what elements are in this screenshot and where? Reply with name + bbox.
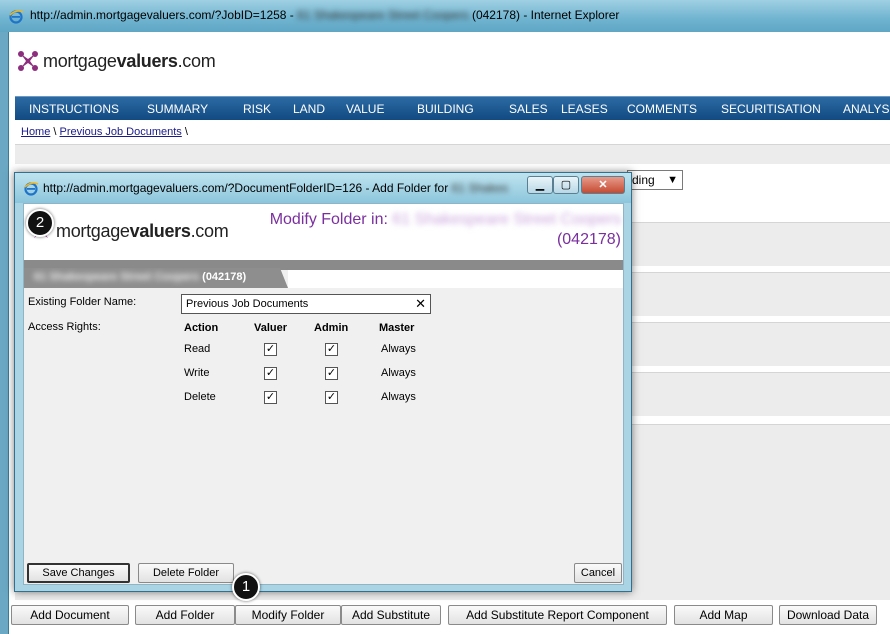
main-window-title: http://admin.mortgagevaluers.com/?JobID=… [30, 8, 620, 22]
popup-heading: Modify Folder in: 61 Shakespeare Street … [269, 211, 621, 248]
clear-x-icon[interactable]: ✕ [415, 296, 426, 312]
checkmark-icon: ✓ [326, 343, 337, 355]
checkmark-icon: ✓ [265, 391, 276, 403]
read-admin-checkbox[interactable]: ✓ [325, 343, 338, 356]
ie-icon [24, 182, 39, 196]
step-badge-2: 2 [26, 209, 54, 237]
checkmark-icon: ✓ [326, 367, 337, 379]
access-rights-label: Access Rights: [28, 321, 101, 333]
maximize-icon[interactable]: ▢ [553, 176, 579, 194]
breadcrumb-separator: \ [53, 126, 57, 138]
nav-risk[interactable]: RISK [243, 102, 271, 116]
download-data-button[interactable]: Download Data [779, 605, 877, 625]
folder-name-label: Existing Folder Name: [28, 296, 137, 308]
ie-icon [9, 10, 24, 24]
logo-text: mortgagevaluers.com [56, 220, 229, 241]
add-document-button[interactable]: Add Document [11, 605, 129, 625]
row-write-master: Always [381, 367, 416, 379]
minimize-icon[interactable]: ▁ [527, 176, 553, 194]
col-header-valuer: Valuer [254, 322, 288, 334]
write-admin-checkbox[interactable]: ✓ [325, 367, 338, 380]
checkmark-icon: ✓ [326, 391, 337, 403]
modify-folder-popup: http://admin.mortgagevaluers.com/?Docume… [14, 172, 632, 592]
background-select[interactable]: ding ▼ [627, 170, 683, 190]
row-read-action: Read [184, 343, 211, 355]
delete-admin-checkbox[interactable]: ✓ [325, 391, 338, 404]
nav-value[interactable]: VALUE [346, 102, 384, 116]
cancel-button[interactable]: Cancel [574, 563, 622, 583]
delete-valuer-checkbox[interactable]: ✓ [264, 391, 277, 404]
nav-comments[interactable]: COMMENTS [627, 102, 697, 116]
main-nav: INSTRUCTIONS SUMMARY RISK LAND VALUE BUI… [15, 96, 890, 120]
row-delete-master: Always [381, 391, 416, 403]
breadcrumb-separator: \ [184, 126, 188, 138]
content-band [15, 144, 890, 164]
delete-folder-button[interactable]: Delete Folder [138, 563, 234, 583]
nav-sales[interactable]: SALES [509, 102, 548, 116]
nav-analysis[interactable]: ANALYSIS [843, 102, 890, 116]
mortgagevaluers-logo-icon [18, 51, 38, 71]
breadcrumb: Home \ Previous Job Documents \ [21, 126, 188, 138]
checkmark-icon: ✓ [265, 343, 276, 355]
popup-tab-filler [288, 270, 623, 288]
col-header-action: Action [184, 322, 219, 334]
close-icon[interactable]: ✕ [581, 176, 625, 194]
popup-body: mortgagevaluers.com Modify Folder in: 61… [23, 203, 624, 585]
chevron-down-icon: ▼ [667, 174, 678, 186]
popup-titlebar[interactable]: http://admin.mortgagevaluers.com/?Docume… [15, 173, 631, 203]
row-write-action: Write [184, 367, 210, 379]
write-valuer-checkbox[interactable]: ✓ [264, 367, 277, 380]
nav-land[interactable]: LAND [293, 102, 325, 116]
breadcrumb-current-link[interactable]: Previous Job Documents [60, 126, 182, 138]
popup-property-tab: 61 Shakespeare Street Coopers (042178) [24, 268, 288, 288]
popup-logo: mortgagevaluers.com [30, 220, 229, 242]
popup-title: http://admin.mortgagevaluers.com/?Docume… [43, 181, 509, 195]
step-badge-1: 1 [232, 573, 260, 601]
modify-folder-button[interactable]: Modify Folder [235, 605, 341, 625]
row-read-master: Always [381, 343, 416, 355]
checkmark-icon: ✓ [265, 367, 276, 379]
save-changes-button[interactable]: Save Changes [27, 563, 130, 583]
row-delete-action: Delete [184, 391, 216, 403]
logo-text: mortgagevaluers.com [43, 50, 216, 71]
nav-instructions[interactable]: INSTRUCTIONS [29, 102, 119, 116]
nav-leases[interactable]: LEASES [561, 102, 608, 116]
read-valuer-checkbox[interactable]: ✓ [264, 343, 277, 356]
main-window-titlebar[interactable]: http://admin.mortgagevaluers.com/?JobID=… [0, 0, 890, 32]
nav-building[interactable]: BUILDING [417, 102, 474, 116]
col-header-admin: Admin [314, 322, 349, 334]
add-folder-button[interactable]: Add Folder [135, 605, 235, 625]
col-header-master: Master [379, 322, 415, 334]
nav-summary[interactable]: SUMMARY [147, 102, 208, 116]
nav-securitisation[interactable]: SECURITISATION [721, 102, 821, 116]
folder-name-input[interactable]: Previous Job Documents ✕ [181, 294, 431, 314]
popup-header: mortgagevaluers.com Modify Folder in: 61… [24, 204, 623, 268]
add-substitute-report-component-button[interactable]: Add Substitute Report Component [448, 605, 667, 625]
breadcrumb-home-link[interactable]: Home [21, 126, 50, 138]
site-logo[interactable]: mortgagevaluers.com [17, 50, 216, 72]
add-substitute-button[interactable]: Add Substitute [341, 605, 441, 625]
add-map-button[interactable]: Add Map [674, 605, 773, 625]
